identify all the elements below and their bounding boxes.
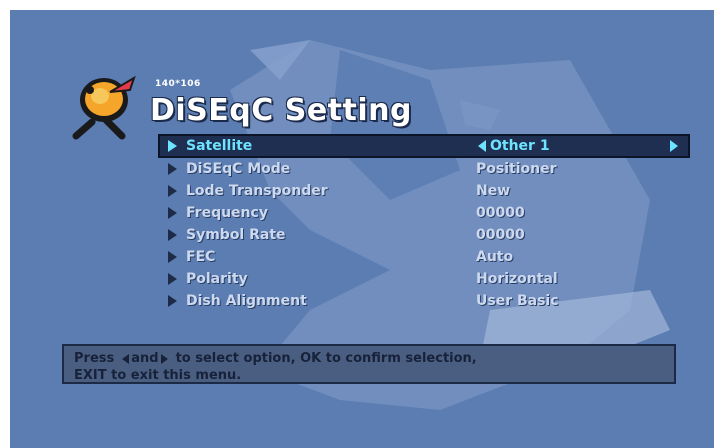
row-value: Horizontal bbox=[476, 271, 558, 287]
row-value: Positioner bbox=[476, 161, 557, 177]
help-bar: Press and to select option, OK to confirm … bbox=[62, 344, 676, 384]
row-pointer-icon bbox=[168, 295, 177, 307]
menu-row-satellite[interactable]: Satellite Other 1 bbox=[158, 134, 690, 158]
row-label: Polarity bbox=[186, 271, 248, 287]
page-title: DiSEqC Setting bbox=[150, 93, 412, 128]
value-text: Other 1 bbox=[490, 138, 550, 154]
resolution-label: 140*106 bbox=[155, 79, 201, 89]
row-label: FEC bbox=[186, 249, 216, 265]
row-pointer-icon bbox=[168, 207, 177, 219]
menu-row-polarity[interactable]: Polarity Horizontal bbox=[158, 268, 690, 290]
help-and: and bbox=[131, 351, 159, 366]
row-value: User Basic bbox=[476, 293, 559, 309]
row-value: New bbox=[476, 183, 511, 199]
tv-screen: 140*106 DiSEqC Setting Satellite Other 1… bbox=[10, 10, 714, 448]
menu-row-symbol-rate[interactable]: Symbol Rate 00000 bbox=[158, 224, 690, 246]
row-label: Lode Transponder bbox=[186, 183, 328, 199]
left-arrow-icon bbox=[122, 353, 130, 364]
help-line-2: EXIT to exit this menu. bbox=[74, 368, 242, 383]
row-label: DiSEqC Mode bbox=[186, 161, 291, 177]
row-value: Auto bbox=[476, 249, 514, 265]
row-pointer-icon bbox=[168, 140, 177, 152]
menu-row-fec[interactable]: FEC Auto bbox=[158, 246, 690, 268]
help-line-1: Press and to select option, OK to confirm … bbox=[74, 350, 664, 367]
help-press: Press bbox=[74, 351, 115, 366]
row-pointer-icon bbox=[168, 163, 177, 175]
row-label: Satellite bbox=[186, 138, 253, 154]
row-label: Dish Alignment bbox=[186, 293, 307, 309]
help-line-1-text: to select option, OK to confirm selectio… bbox=[175, 351, 477, 366]
right-arrow-icon bbox=[160, 353, 168, 364]
row-pointer-icon bbox=[168, 229, 177, 241]
menu-row-dish-alignment[interactable]: Dish Alignment User Basic bbox=[158, 290, 690, 312]
satellite-dish-icon bbox=[72, 75, 136, 140]
row-pointer-icon bbox=[168, 273, 177, 285]
row-value: 00000 bbox=[476, 205, 525, 221]
row-pointer-icon bbox=[168, 185, 177, 197]
menu-row-frequency[interactable]: Frequency 00000 bbox=[158, 202, 690, 224]
row-value: 00000 bbox=[476, 227, 525, 243]
row-pointer-icon bbox=[168, 251, 177, 263]
row-label: Symbol Rate bbox=[186, 227, 286, 243]
menu-row-lode-transponder[interactable]: Lode Transponder New bbox=[158, 180, 690, 202]
row-label: Frequency bbox=[186, 205, 268, 221]
left-arrow-icon[interactable] bbox=[478, 140, 486, 152]
settings-menu: Satellite Other 1 DiSEqC Mode Positioner… bbox=[158, 134, 690, 312]
right-arrow-icon[interactable] bbox=[670, 140, 678, 152]
row-value[interactable]: Other 1 bbox=[478, 138, 550, 154]
menu-row-diseqc-mode[interactable]: DiSEqC Mode Positioner bbox=[158, 158, 690, 180]
